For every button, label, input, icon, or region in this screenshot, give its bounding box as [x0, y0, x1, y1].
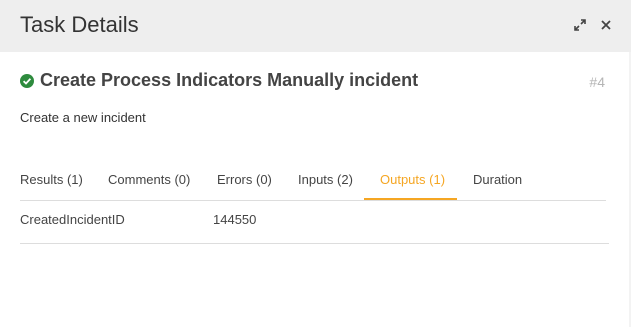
- output-value: 144550: [213, 212, 257, 227]
- header-actions: [573, 18, 613, 32]
- tab-errors[interactable]: Errors (0): [217, 172, 272, 187]
- task-description: Create a new incident: [20, 110, 146, 125]
- panel-title: Task Details: [20, 12, 139, 37]
- tab-inputs[interactable]: Inputs (2): [298, 172, 353, 187]
- tab-duration[interactable]: Duration: [473, 172, 522, 187]
- tab-results[interactable]: Results (1): [20, 172, 83, 187]
- close-icon[interactable]: [599, 18, 613, 32]
- task-title: Create Process Indicators Manually incid…: [40, 70, 419, 90]
- task-title-row: Create Process Indicators Manually incid…: [20, 70, 611, 94]
- expand-arrows-icon[interactable]: [573, 18, 587, 32]
- tab-outputs[interactable]: Outputs (1): [380, 172, 445, 187]
- tab-bar: Results (1) Comments (0) Errors (0) Inpu…: [20, 160, 606, 201]
- panel-header: Task Details: [0, 0, 631, 52]
- task-number: #4: [589, 74, 605, 90]
- output-name: CreatedIncidentID: [20, 212, 125, 227]
- output-row: CreatedIncidentID 144550: [20, 200, 609, 244]
- check-circle-icon: [20, 74, 34, 88]
- tab-comments[interactable]: Comments (0): [108, 172, 190, 187]
